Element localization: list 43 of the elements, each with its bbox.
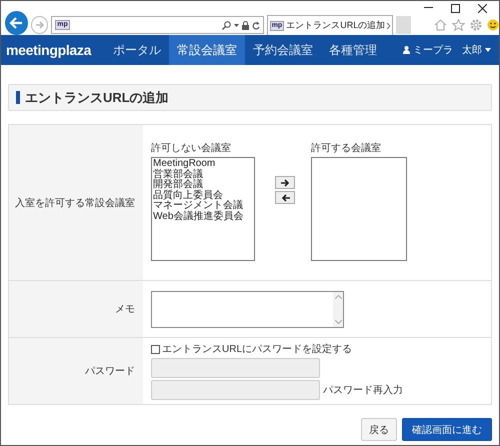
arrow-left-icon: [280, 194, 290, 202]
star-icon[interactable]: [452, 19, 465, 31]
refresh-icon[interactable]: [252, 20, 260, 30]
smiley-icon[interactable]: [486, 19, 499, 31]
field-label: パスワード再入力: [323, 384, 403, 397]
denied-rooms-list[interactable]: MeetingRoom 営業部会議 開発部会議 品質向上委員会 マネージメント会議 Web会議推進委員会: [151, 157, 255, 261]
home-icon[interactable]: [434, 19, 447, 31]
user-icon: [403, 46, 410, 54]
arrow-left-icon: [9, 17, 24, 29]
list-option[interactable]: Web会議推進委員会: [153, 212, 253, 222]
logo[interactable]: meetingplaza: [1, 35, 106, 65]
list-label: 許可する会議室: [311, 142, 382, 155]
arrow-right-icon: [280, 178, 290, 186]
user-menu[interactable]: ミープラ 太郎: [403, 35, 499, 65]
checkbox-label: エントランスURLにパスワードを設定する: [162, 342, 352, 356]
nav-tab[interactable]: ポータル: [105, 35, 170, 65]
list-option[interactable]: 開発部会議: [153, 180, 253, 190]
confirm-button[interactable]: 確認画面に進む: [402, 418, 492, 441]
list-option[interactable]: 営業部会議: [153, 170, 253, 180]
page-title: エントランスURLの追加: [25, 88, 169, 106]
allowed-rooms-list[interactable]: [311, 157, 407, 261]
arrow-right-icon: [34, 20, 45, 30]
caret-icon[interactable]: [234, 24, 239, 26]
form-label-cell: 入室を許可する常設会議室: [9, 125, 143, 281]
list-option[interactable]: マネージメント会議: [153, 201, 253, 212]
list-label: 許可しない会議室: [151, 142, 232, 155]
lock-icon[interactable]: [242, 20, 249, 30]
back-button[interactable]: [5, 11, 28, 35]
list-option[interactable]: MeetingRoom: [153, 159, 253, 170]
list-option[interactable]: 品質向上委員会: [153, 190, 253, 201]
remove-button[interactable]: [275, 191, 295, 204]
nav-tab[interactable]: 常設会議室: [169, 35, 246, 65]
add-button[interactable]: [275, 176, 295, 189]
maximize-icon[interactable]: [451, 4, 460, 12]
nav-tab[interactable]: 各種管理: [321, 35, 386, 65]
form-label-cell: パスワード: [9, 338, 143, 404]
search-icon[interactable]: [222, 20, 231, 30]
settings-icon[interactable]: [470, 19, 482, 31]
back-button[interactable]: 戻る: [361, 418, 397, 441]
minimize-icon[interactable]: [424, 7, 433, 9]
nav-tab[interactable]: 予約会議室: [245, 35, 322, 65]
caret-icon: [485, 48, 491, 52]
form-label-cell: メモ: [9, 281, 143, 338]
